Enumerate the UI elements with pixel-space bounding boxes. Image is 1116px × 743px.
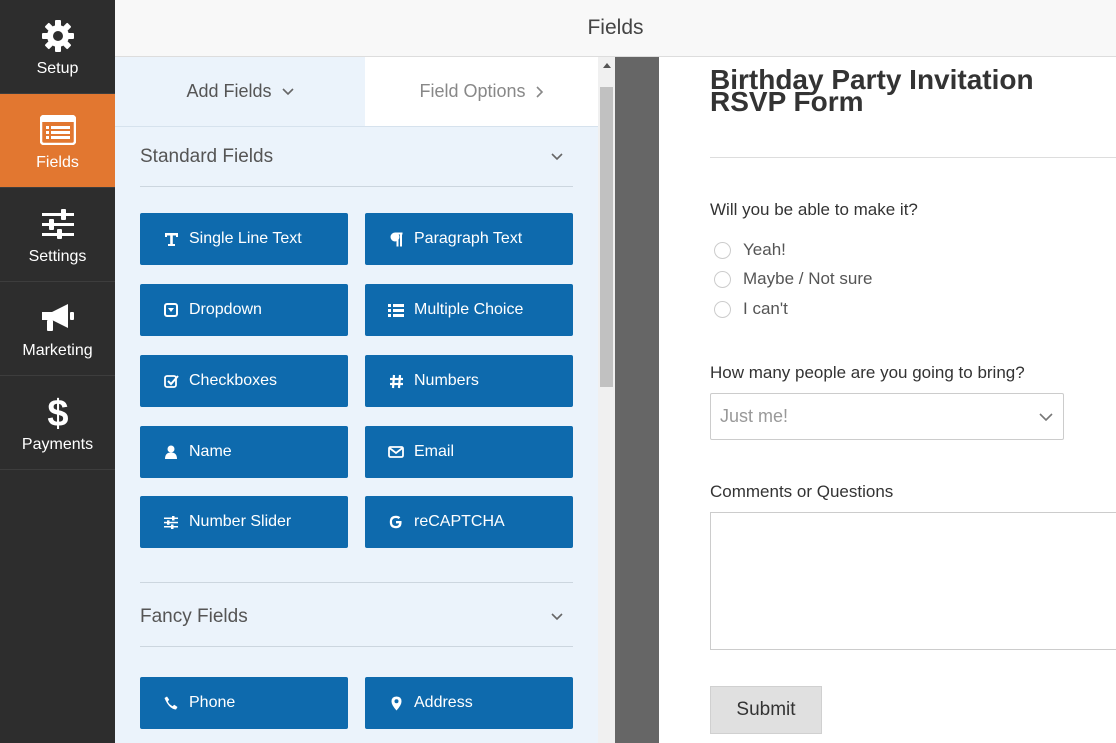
dollar-icon: $ (38, 392, 78, 432)
tab-label: Add Fields (186, 81, 272, 101)
left-nav: Setup Fields Settings Marketing $ Paymen… (0, 0, 115, 743)
dropdown-value: Just me! (720, 406, 789, 426)
field-label: Dropdown (189, 301, 262, 318)
form-preview: Birthday Party Invitation RSVP Form Will… (659, 57, 1116, 743)
chevron-down-icon (1039, 408, 1053, 426)
dropdown-icon (162, 301, 180, 319)
section-title: Fancy Fields (140, 605, 248, 627)
nav-label: Fields (36, 153, 79, 171)
radio-circle[interactable] (714, 241, 731, 259)
chevron-down-icon (551, 152, 563, 161)
panel-tabs: Add Fields Field Options (115, 57, 598, 127)
single-line-text-button[interactable]: Single Line Text (140, 213, 348, 265)
form-title: Birthday Party Invitation RSVP Form (710, 64, 1034, 117)
slider-icon (162, 513, 180, 531)
submit-button[interactable]: Submit (710, 686, 822, 734)
scrollbar-thumb[interactable] (600, 87, 613, 387)
nav-label: Settings (28, 247, 87, 265)
paragraph-text-button[interactable]: Paragraph Text (365, 213, 573, 265)
page-header: Fields (115, 0, 1116, 57)
nav-item-marketing[interactable]: Marketing (0, 282, 115, 376)
checkboxes-button[interactable]: Checkboxes (140, 355, 348, 407)
nav-label: Marketing (22, 341, 93, 359)
nav-label: Setup (36, 59, 79, 77)
phone-icon (162, 694, 180, 712)
standard-fields-header[interactable]: Standard Fields (140, 127, 573, 187)
field-label: Name (189, 443, 232, 460)
question-attendance-label[interactable]: Will you be able to make it? (710, 200, 918, 220)
preview-gutter (615, 57, 659, 743)
radio-circle[interactable] (714, 300, 731, 318)
field-label: Single Line Text (189, 230, 302, 247)
question-guests-label[interactable]: How many people are you going to bring? (710, 363, 1025, 383)
tab-label: Field Options (419, 81, 526, 101)
user-icon (162, 443, 180, 461)
address-button[interactable]: Address (365, 677, 573, 729)
numbers-button[interactable]: Numbers (365, 355, 573, 407)
radio-option-yeah[interactable]: Yeah! (714, 240, 786, 260)
field-label: reCAPTCHA (414, 513, 505, 530)
name-button[interactable]: Name (140, 426, 348, 478)
paragraph-icon (387, 230, 405, 248)
field-label: Checkboxes (189, 372, 278, 389)
text-icon (162, 230, 180, 248)
nav-item-settings[interactable]: Settings (0, 188, 115, 282)
field-label: Phone (189, 694, 236, 711)
checkbox-icon (162, 372, 180, 390)
field-label: Email (414, 443, 455, 460)
radio-label: Maybe / Not sure (743, 269, 873, 288)
list-icon (387, 301, 405, 319)
radio-option-cant[interactable]: I can't (714, 299, 788, 319)
tab-field-options[interactable]: Field Options (365, 57, 598, 126)
nav-label: Payments (21, 435, 94, 453)
chevron-down-icon (281, 87, 294, 96)
fields-panel: Add Fields Field Options Standard Fields… (115, 57, 598, 743)
section-title: Standard Fields (140, 145, 274, 167)
fields-list-icon (38, 110, 78, 150)
sliders-icon (38, 204, 78, 244)
field-label: Address (414, 694, 473, 711)
form-title-divider (710, 157, 1116, 158)
gear-icon (38, 16, 78, 56)
radio-option-maybe[interactable]: Maybe / Not sure (714, 269, 872, 289)
hash-icon (387, 372, 405, 390)
field-label: Multiple Choice (414, 301, 524, 318)
field-label: Paragraph Text (414, 230, 523, 247)
question-comments-label[interactable]: Comments or Questions (710, 482, 893, 502)
scroll-up-arrow-icon[interactable] (598, 57, 615, 74)
map-marker-icon (387, 694, 405, 712)
nav-item-setup[interactable]: Setup (0, 0, 115, 94)
tab-add-fields[interactable]: Add Fields (115, 57, 365, 126)
nav-item-fields[interactable]: Fields (0, 94, 115, 188)
radio-label: Yeah! (743, 240, 786, 259)
recaptcha-button[interactable]: reCAPTCHA (365, 496, 573, 548)
guests-dropdown[interactable]: Just me! (710, 393, 1064, 440)
megaphone-icon (38, 298, 78, 338)
radio-circle[interactable] (714, 270, 731, 288)
nav-item-payments[interactable]: $ Payments (0, 376, 115, 470)
chevron-right-icon (535, 85, 544, 98)
envelope-icon (387, 443, 405, 461)
google-icon (387, 513, 405, 531)
dropdown-button[interactable]: Dropdown (140, 284, 348, 336)
fancy-fields-header[interactable]: Fancy Fields (140, 587, 573, 647)
comments-textarea[interactable] (710, 512, 1116, 650)
phone-button[interactable]: Phone (140, 677, 348, 729)
email-button[interactable]: Email (365, 426, 573, 478)
panel-scrollbar[interactable] (598, 57, 615, 743)
svg-text:$: $ (47, 393, 68, 431)
section-divider (140, 582, 573, 583)
field-label: Numbers (414, 372, 479, 389)
number-slider-button[interactable]: Number Slider (140, 496, 348, 548)
page-title: Fields (587, 16, 644, 39)
chevron-down-icon (551, 612, 563, 621)
field-label: Number Slider (189, 513, 292, 530)
radio-label: I can't (743, 299, 788, 318)
multiple-choice-button[interactable]: Multiple Choice (365, 284, 573, 336)
